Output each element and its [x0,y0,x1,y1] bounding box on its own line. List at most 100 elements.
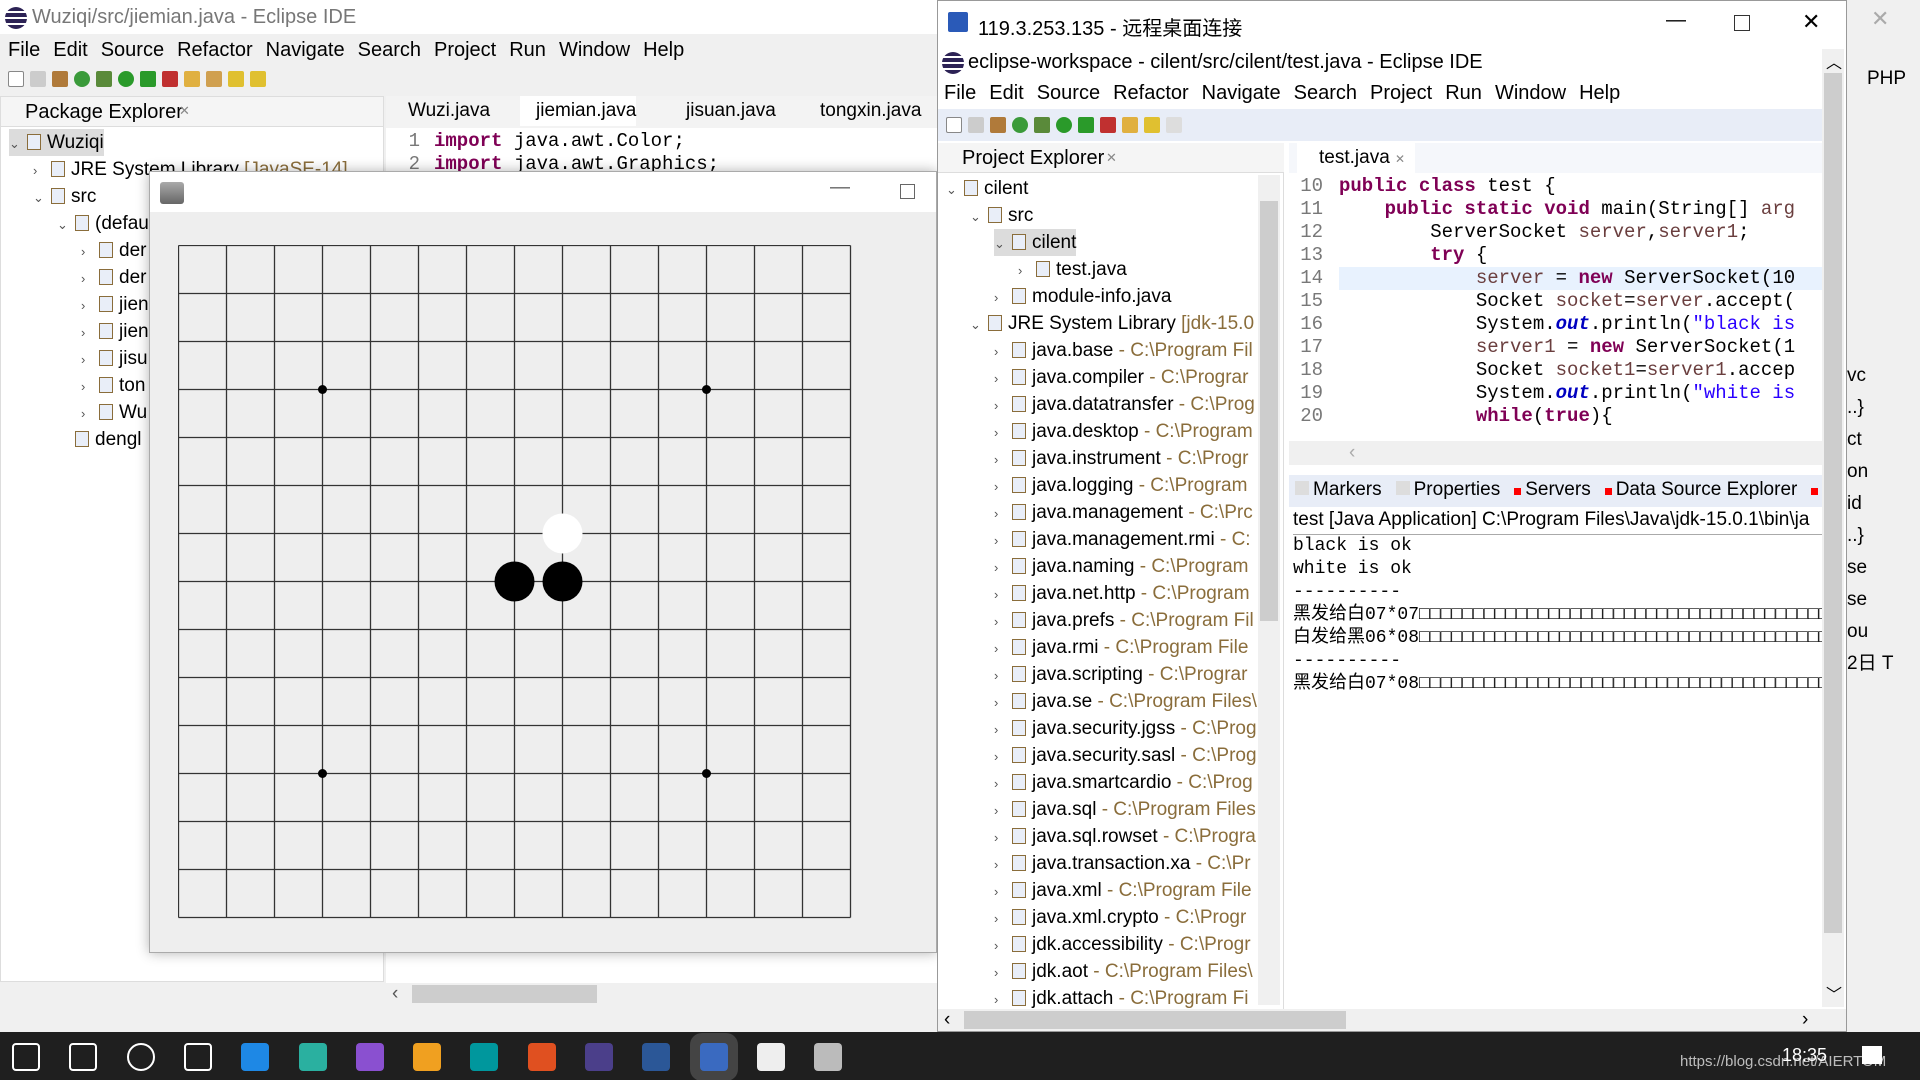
close-button[interactable]: ✕ [1802,9,1820,35]
tree-item[interactable]: › jdk.attach - C:\Program Fi [994,985,1248,1012]
chevron-right-icon[interactable]: › [994,338,1012,365]
scroll-left-icon[interactable]: ‹ [392,983,398,1005]
tree-item[interactable]: › java.rmi - C:\Program File [994,634,1248,661]
chevron-right-icon[interactable]: › [994,878,1012,905]
chevron-right-icon[interactable]: › [994,851,1012,878]
save-icon[interactable] [968,117,984,133]
chevron-right-icon[interactable]: › [994,419,1012,446]
scroll-thumb[interactable] [412,985,597,1003]
tree-item[interactable]: › test.java [1018,256,1127,283]
chevron-right-icon[interactable]: › [1018,257,1036,284]
chevron-right-icon[interactable]: › [994,446,1012,473]
tree-vscrollbar[interactable] [1258,175,1280,1005]
menu-item[interactable]: Project [1370,82,1432,104]
arduino-icon[interactable] [470,1043,499,1071]
tree-item[interactable]: › java.xml.crypto - C:\Progr [994,904,1246,931]
gomoku-board[interactable] [178,245,853,920]
remote-vscrollbar[interactable]: ︿ ﹀ [1822,49,1844,1007]
chevron-right-icon[interactable]: › [994,932,1012,959]
tree-item[interactable]: › java.transaction.xa - C:\Pr [994,850,1251,877]
minimize-button[interactable]: — [1666,9,1686,32]
refresh-icon[interactable] [1012,117,1028,133]
menu-item[interactable]: Edit [989,82,1023,104]
maximize-button[interactable] [900,184,915,199]
tree-item[interactable]: › der [81,264,146,291]
chevron-right-icon[interactable]: › [994,473,1012,500]
tree-item[interactable]: dengl [57,426,142,453]
scroll-left-icon[interactable]: ‹ [944,1009,950,1031]
chevron-right-icon[interactable]: › [994,365,1012,392]
menu-item[interactable]: Project [434,39,496,61]
app-orange-icon[interactable] [413,1043,442,1071]
code-line[interactable]: server1 = new ServerSocket(1 [1339,336,1795,359]
chevron-right-icon[interactable]: › [994,797,1012,824]
code-line[interactable]: import java.awt.Color; [434,130,685,153]
forward-icon[interactable] [1166,117,1182,133]
code-line[interactable]: while(true){ [1339,405,1613,428]
close-icon[interactable]: ✕ [1395,152,1405,166]
menu-item[interactable]: Search [1294,82,1357,104]
editor-tab-test-java[interactable]: test.java ✕ [1297,143,1416,173]
chevron-right-icon[interactable]: › [81,238,99,265]
chevron-right-icon[interactable]: › [994,527,1012,554]
open-folder-icon[interactable] [1122,117,1138,133]
menu-item[interactable]: Run [1445,82,1482,104]
left-hscrollbar[interactable]: ‹ [386,983,937,1005]
tree-item[interactable]: › java.compiler - C:\Prograr [994,364,1248,391]
refresh-icon[interactable] [74,71,90,87]
remote-code-editor[interactable]: 10 public class test {11 public static vo… [1289,173,1823,441]
package-icon[interactable] [990,117,1006,133]
mail-icon[interactable] [241,1043,270,1071]
project-explorer-tab[interactable]: Project Explorer [962,147,1104,170]
tree-item[interactable]: ⌄ JRE System Library [jdk-15.0 [970,310,1254,337]
console-tab[interactable]: Properties [1395,479,1500,501]
tree-item[interactable]: › jien [81,318,149,345]
chevron-right-icon[interactable]: › [994,905,1012,932]
tree-item[interactable]: › java.desktop - C:\Program [994,418,1253,445]
external-tools-icon[interactable] [1100,117,1116,133]
menu-item[interactable]: Search [358,39,421,61]
tree-item[interactable]: › java.management - C:\Prc [994,499,1253,526]
chevron-right-icon[interactable]: › [994,824,1012,851]
close-button[interactable]: ✕ [1871,6,1889,32]
visual-studio-icon[interactable] [355,1043,384,1071]
menu-item[interactable]: File [8,39,40,61]
chevron-right-icon[interactable]: › [994,392,1012,419]
menu-item[interactable]: Window [1495,82,1566,104]
chevron-right-icon[interactable]: › [994,716,1012,743]
scroll-left-icon[interactable]: ‹ [1349,442,1355,464]
code-line[interactable]: System.out.println("black is [1339,313,1795,336]
menu-item[interactable]: Help [643,39,684,61]
eclipse-icon[interactable] [585,1043,613,1071]
menu-item[interactable]: Navigate [266,39,345,61]
chevron-right-icon[interactable]: › [994,608,1012,635]
tree-item[interactable]: › java.naming - C:\Program [994,553,1248,580]
tree-item[interactable]: › java.logging - C:\Program [994,472,1247,499]
console-tab[interactable]: Servers [1514,479,1591,501]
tree-item[interactable]: › java.security.jgss - C:\Prog [994,715,1257,742]
tree-item[interactable]: ⌄ Wuziqi [9,129,104,156]
debug-icon[interactable] [1034,117,1050,133]
minimize-button[interactable]: — [830,176,850,199]
tree-item[interactable]: ⌄ src [970,202,1033,229]
close-icon[interactable]: ✕ [179,103,190,119]
tree-item[interactable]: › java.instrument - C:\Progr [994,445,1248,472]
menu-item[interactable]: Window [559,39,630,61]
chevron-right-icon[interactable]: › [81,400,99,427]
menu-item[interactable]: Refactor [1113,82,1189,104]
code-line[interactable]: Socket socket=server.accept( [1339,290,1795,313]
chevron-down-icon[interactable]: ⌄ [57,211,75,238]
code-line[interactable]: server = new ServerSocket(10 [1339,267,1823,290]
new-icon[interactable] [946,117,962,133]
menu-item[interactable]: Help [1579,82,1620,104]
menu-item[interactable]: Edit [53,39,87,61]
run-coverage-icon[interactable] [1078,117,1094,133]
tree-item[interactable]: › ton [81,372,145,399]
chevron-right-icon[interactable]: › [994,770,1012,797]
notification-icon[interactable] [1862,1046,1882,1064]
editor-tab[interactable]: tongxin.java [804,96,921,126]
tree-item[interactable]: › java.smartcardio - C:\Prog [994,769,1253,796]
tree-item[interactable]: › jdk.accessibility - C:\Progr [994,931,1251,958]
maximize-button[interactable] [1734,15,1750,31]
chevron-right-icon[interactable]: › [994,500,1012,527]
